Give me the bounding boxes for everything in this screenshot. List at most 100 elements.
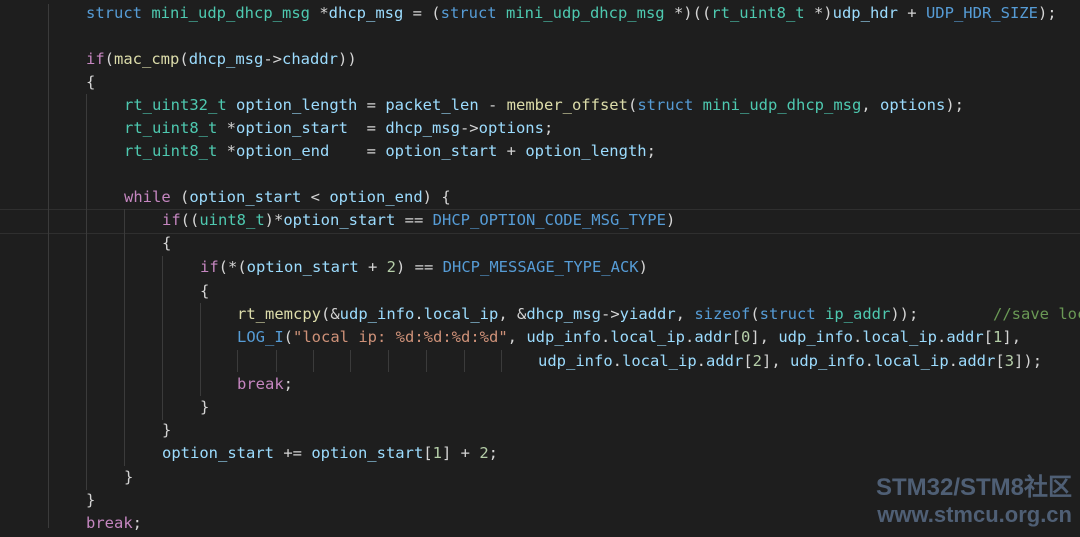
- code-token: )): [338, 50, 357, 68]
- code-token: , &: [498, 305, 527, 323]
- code-line[interactable]: {: [0, 280, 209, 303]
- code-token: mini_udp_dhcp_msg: [702, 96, 862, 114]
- code-token: ]);: [1014, 352, 1043, 370]
- code-token: *: [217, 119, 236, 137]
- code-line[interactable]: [0, 25, 86, 48]
- code-token: options: [879, 96, 946, 114]
- code-token: 3: [1004, 352, 1015, 370]
- code-line[interactable]: [0, 163, 124, 186]
- code-token: option_start: [189, 188, 302, 206]
- code-line[interactable]: udp_info.local_ip.addr[2], udp_info.loca…: [0, 350, 1042, 373]
- code-token: "local ip: %d:%d:%d:%d": [293, 328, 508, 346]
- code-line[interactable]: if(*(option_start + 2) == DHCP_MESSAGE_T…: [0, 256, 648, 279]
- code-line[interactable]: }: [0, 466, 133, 489]
- code-token: udp_info: [790, 352, 865, 370]
- code-token: [: [983, 328, 994, 346]
- code-token: sizeof: [694, 305, 751, 323]
- code-token: udp_info: [538, 352, 613, 370]
- code-token: )*: [264, 211, 284, 229]
- code-line[interactable]: rt_memcpy(&udp_info.local_ip, &dhcp_msg-…: [0, 303, 1080, 326]
- code-line[interactable]: struct mini_udp_dhcp_msg *dhcp_msg = (st…: [0, 2, 1057, 25]
- code-token: mac_cmp: [114, 50, 180, 68]
- code-line[interactable]: }: [0, 489, 95, 512]
- code-token: [: [731, 328, 741, 346]
- code-token: DHCP_OPTION_CODE_MSG_TYPE: [432, 211, 666, 229]
- code-line[interactable]: rt_uint32_t option_length = packet_len -…: [0, 94, 964, 117]
- code-token: addr: [706, 352, 744, 370]
- code-token: );: [1037, 4, 1057, 22]
- code-token: (&: [321, 305, 340, 323]
- code-token: break: [86, 514, 133, 532]
- code-token: rt_uint8_t: [124, 119, 218, 137]
- code-token: local_ip: [874, 352, 949, 370]
- code-token: .: [612, 352, 622, 370]
- code-editor[interactable]: struct mini_udp_dhcp_msg *dhcp_msg = (st…: [0, 0, 1080, 537]
- code-token: LOG_I: [237, 328, 284, 346]
- code-token: (: [283, 328, 294, 346]
- code-line[interactable]: break;: [0, 373, 293, 396]
- code-token: options: [478, 119, 544, 137]
- code-line[interactable]: if(mac_cmp(dhcp_msg->chaddr)): [0, 48, 357, 71]
- code-token: rt_uint8_t: [124, 142, 218, 160]
- code-token: local_ip: [423, 305, 499, 323]
- code-token: ;: [283, 375, 294, 393]
- code-token: struct: [86, 4, 142, 22]
- code-token: option_start: [385, 142, 498, 160]
- code-token: {: [86, 73, 96, 91]
- code-token: ,: [507, 328, 527, 346]
- code-token: udp_hdr: [832, 4, 898, 22]
- code-line[interactable]: option_start += option_start[1] + 2;: [0, 442, 498, 465]
- code-token: struct: [440, 4, 497, 22]
- code-token: option_end: [329, 188, 423, 206]
- code-token: {: [162, 234, 172, 252]
- code-token: =: [357, 96, 386, 114]
- code-token: ] +: [441, 444, 480, 462]
- code-line[interactable]: LOG_I("local ip: %d:%d:%d:%d", udp_info.…: [0, 326, 1021, 349]
- code-token: ->: [600, 305, 620, 323]
- code-token: if: [200, 258, 219, 276]
- code-token: uint8_t: [199, 211, 265, 229]
- code-token: udp_info: [778, 328, 853, 346]
- code-token: (: [170, 188, 190, 206]
- code-token: ,: [861, 96, 880, 114]
- code-token: 0: [741, 328, 751, 346]
- code-token: -: [478, 96, 507, 114]
- code-token: option_start: [283, 211, 396, 229]
- code-line[interactable]: while (option_start < option_end) {: [0, 186, 451, 209]
- code-token: (*(: [218, 258, 247, 276]
- code-token: +: [358, 258, 387, 276]
- code-token: <: [301, 188, 330, 206]
- code-token: ) ==: [396, 258, 443, 276]
- code-token: chaddr: [282, 50, 339, 68]
- code-token: *: [309, 4, 329, 22]
- code-token: dhcp_msg: [328, 4, 404, 22]
- code-line[interactable]: if((uint8_t)*option_start == DHCP_OPTION…: [0, 209, 675, 232]
- code-token: local_ip: [622, 352, 697, 370]
- code-line[interactable]: }: [0, 396, 209, 419]
- code-token: ],: [762, 352, 791, 370]
- code-line[interactable]: }: [0, 419, 171, 442]
- code-token: {: [200, 282, 210, 300]
- code-token: local_ip: [862, 328, 937, 346]
- code-token: +: [497, 142, 526, 160]
- code-token: packet_len: [385, 96, 479, 114]
- code-token: UDP_HDR_SIZE: [925, 4, 1038, 22]
- code-token: //save local ip: [993, 305, 1080, 323]
- code-token: ->: [263, 50, 283, 68]
- code-token: rt_memcpy: [237, 305, 321, 323]
- code-token: option_end: [236, 142, 330, 160]
- code-line[interactable]: rt_uint8_t *option_start = dhcp_msg->opt…: [0, 117, 553, 140]
- code-token: =: [347, 119, 386, 137]
- code-token: rt_uint8_t: [711, 4, 805, 22]
- code-line[interactable]: {: [0, 232, 171, 255]
- code-token: udp_info: [339, 305, 415, 323]
- code-token: ;: [488, 444, 498, 462]
- code-line[interactable]: break;: [0, 512, 142, 535]
- code-line[interactable]: rt_uint8_t *option_end = option_start + …: [0, 140, 656, 163]
- code-token: mini_udp_dhcp_msg: [151, 4, 310, 22]
- code-line[interactable]: {: [0, 71, 95, 94]
- code-token: (: [179, 50, 189, 68]
- code-token: *): [804, 4, 833, 22]
